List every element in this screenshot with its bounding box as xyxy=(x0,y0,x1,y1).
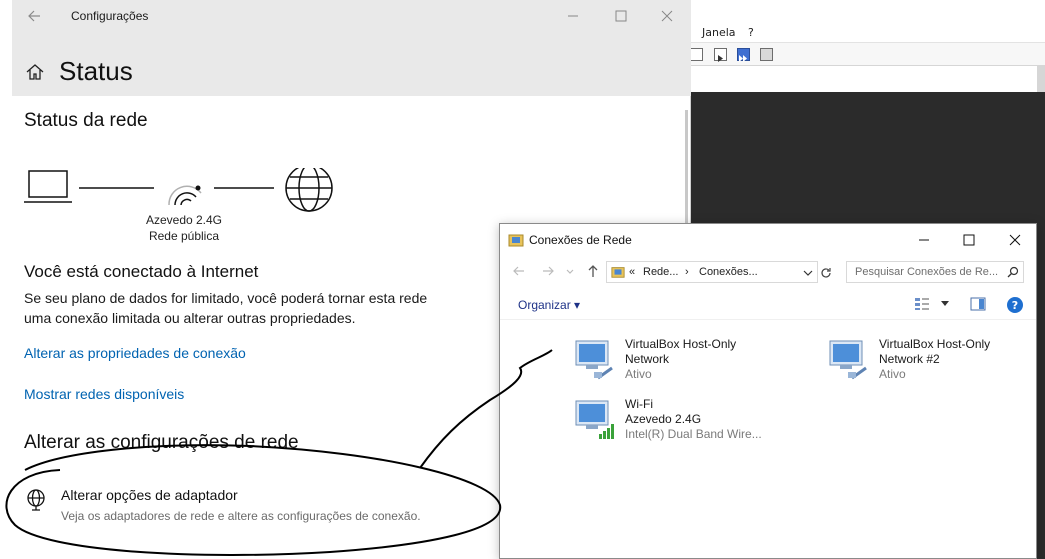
network-adapter-icon xyxy=(575,340,613,380)
connection-name: VirtualBox Host-Only xyxy=(879,337,991,351)
background-menubar: Janela ? xyxy=(690,24,1045,42)
minimize-icon[interactable] xyxy=(563,6,583,26)
fast-forward-icon[interactable] xyxy=(737,48,750,62)
background-toolbar xyxy=(690,42,1045,66)
chevron-down-icon[interactable] xyxy=(940,300,950,308)
help-icon[interactable]: ? xyxy=(1006,296,1024,314)
netwin-titlebar: Conexões de Rede xyxy=(500,224,1036,256)
navigation-bar: « Rede... › Conexões... Pesquisar Conexõ… xyxy=(500,256,1036,288)
connection-item-virtualbox-1[interactable]: VirtualBox Host-Only Network Ativo xyxy=(572,336,772,386)
connection-status: Ativo xyxy=(879,367,906,381)
wifi-adapter-icon xyxy=(575,400,614,439)
connection-name: Wi-Fi xyxy=(625,397,653,411)
network-adapter-icon xyxy=(829,340,867,380)
desktop: Janela ? Configurações Status Status da … xyxy=(0,0,1045,559)
address-bar[interactable]: « Rede... › Conexões... xyxy=(606,261,818,283)
breadcrumb-network[interactable]: Rede... xyxy=(643,266,678,278)
background-scrollbar[interactable] xyxy=(1037,66,1045,92)
menu-item-help[interactable]: ? xyxy=(748,26,754,39)
globe-icon xyxy=(285,168,333,212)
organize-button[interactable]: Organizar ▾ xyxy=(518,298,580,312)
settings-titlebar: Configurações xyxy=(12,0,691,35)
back-arrow-icon[interactable] xyxy=(511,263,527,279)
connection-name-cont: Network #2 xyxy=(879,352,940,366)
menu-item-window[interactable]: Janela xyxy=(702,26,736,39)
maximize-icon[interactable] xyxy=(959,230,979,250)
network-folder-icon xyxy=(508,234,524,247)
connection-item-virtualbox-2[interactable]: VirtualBox Host-Only Network #2 Ativo xyxy=(826,336,1026,386)
breadcrumb-connections[interactable]: Conexões... xyxy=(699,266,758,278)
app-title: Configurações xyxy=(71,9,149,23)
address-prefix[interactable]: « xyxy=(629,266,635,278)
settings-header: Status xyxy=(12,35,691,96)
toolbar-button[interactable] xyxy=(690,48,703,61)
change-network-settings-heading: Alterar as configurações de rede xyxy=(24,432,299,453)
connection-name: VirtualBox Host-Only xyxy=(625,337,737,351)
view-options-icon[interactable] xyxy=(914,297,930,311)
refresh-icon[interactable] xyxy=(819,266,833,280)
wifi-name-label: Azevedo 2.4G xyxy=(145,213,223,227)
breadcrumb-separator: › xyxy=(685,266,689,278)
connection-ssid: Azevedo 2.4G xyxy=(625,412,702,426)
network-connections-window: Conexões de Rede « Rede... › Conexões... xyxy=(499,223,1037,559)
minimize-icon[interactable] xyxy=(914,230,934,250)
network-type-label: Rede pública xyxy=(148,229,220,243)
network-folder-icon xyxy=(611,267,625,278)
command-bar: Organizar ▾ ? xyxy=(500,288,1036,320)
connection-item-wifi[interactable]: Wi-Fi Azevedo 2.4G Intel(R) Dual Band Wi… xyxy=(572,396,772,446)
adapter-globe-icon xyxy=(27,489,45,511)
adapter-options-title: Alterar opções de adaptador xyxy=(61,487,238,503)
laptop-icon xyxy=(24,170,72,203)
window-title: Conexões de Rede xyxy=(529,233,632,247)
connected-description: Se seu plano de dados for limitado, você… xyxy=(24,290,428,326)
connection-adapter: Intel(R) Dual Band Wire... xyxy=(625,427,762,441)
close-icon[interactable] xyxy=(657,6,677,26)
toolbar-settings-icon[interactable] xyxy=(760,48,773,61)
preview-pane-icon[interactable] xyxy=(970,297,986,311)
network-diagram: Azevedo 2.4G Rede pública xyxy=(24,168,334,248)
chevron-down-icon[interactable] xyxy=(803,268,813,278)
close-icon[interactable] xyxy=(1005,230,1025,250)
up-arrow-icon[interactable] xyxy=(585,263,601,279)
wifi-signal-icon xyxy=(168,185,202,206)
forward-arrow-icon[interactable] xyxy=(540,263,556,279)
show-available-networks-link[interactable]: Mostrar redes disponíveis xyxy=(24,386,184,402)
back-arrow-icon[interactable] xyxy=(26,8,42,24)
maximize-icon[interactable] xyxy=(611,6,631,26)
change-connection-properties-link[interactable]: Alterar as propriedades de conexão xyxy=(24,345,246,361)
connection-status: Ativo xyxy=(625,367,652,381)
recent-locations-chevron-icon[interactable] xyxy=(565,263,575,279)
svg-text:?: ? xyxy=(1012,299,1018,312)
connected-heading: Você está conectado à Internet xyxy=(24,262,259,281)
adapter-options-description: Veja os adaptadores de rede e altere as … xyxy=(61,509,421,523)
organize-label: Organizar xyxy=(518,298,571,312)
background-panel xyxy=(690,66,1045,92)
home-icon[interactable] xyxy=(25,62,45,82)
search-icon[interactable] xyxy=(1007,266,1019,278)
network-status-heading: Status da rede xyxy=(24,110,148,131)
connection-name-cont: Network xyxy=(625,352,670,366)
change-adapter-options-item[interactable]: Alterar opções de adaptador Veja os adap… xyxy=(22,486,502,530)
search-placeholder: Pesquisar Conexões de Re... xyxy=(855,266,999,278)
play-icon[interactable] xyxy=(714,48,727,62)
search-input[interactable]: Pesquisar Conexões de Re... xyxy=(846,261,1024,283)
page-title: Status xyxy=(59,56,133,86)
